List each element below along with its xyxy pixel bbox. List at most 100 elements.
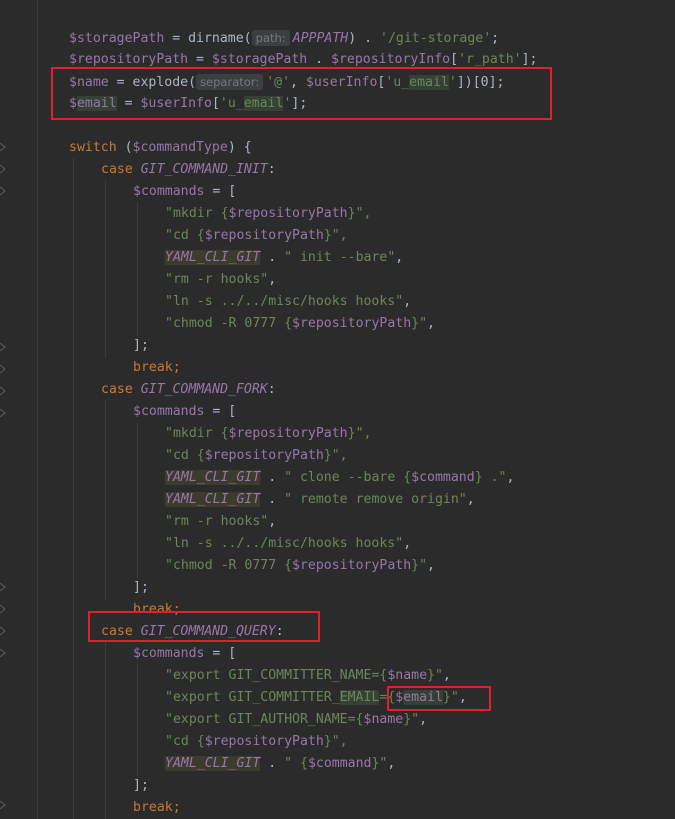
code-token: : <box>267 382 276 397</box>
fold-marker-icon[interactable] <box>0 800 6 810</box>
code-token: }" <box>403 712 420 727</box>
code-token: $repositoryPath <box>292 316 412 331</box>
code-token: $command <box>411 470 475 485</box>
code-line[interactable]: "chmod -R 0777 {$repositoryPath}", <box>165 555 435 577</box>
code-token: , <box>427 558 435 573</box>
code-line[interactable]: "cd {$repositoryPath}", <box>165 225 348 247</box>
code-token: $commands <box>133 646 205 661</box>
code-token: ]; <box>133 778 149 793</box>
code-token: '/git-storage' <box>380 31 492 46</box>
code-line[interactable]: "rm -r hooks", <box>165 511 276 533</box>
code-line[interactable]: "chmod -R 0777 {$repositoryPath}", <box>165 313 435 335</box>
code-token: . <box>260 250 285 265</box>
code-line[interactable]: $storagePath = dirname(path: APPPATH) . '… <box>69 27 499 49</box>
code-token: $repositoryInfo <box>331 52 451 67</box>
code-token: YAML_CLI_GIT <box>165 250 261 265</box>
fold-marker-icon[interactable] <box>0 626 6 636</box>
code-token: }" <box>411 316 428 331</box>
code-line[interactable]: "ln -s ../../misc/hooks hooks", <box>165 533 411 555</box>
code-line[interactable]: $commands = [ <box>133 181 236 203</box>
code-token: = <box>188 52 212 67</box>
code-token: }" <box>371 756 388 771</box>
code-line[interactable]: "export GIT_COMMITTER_NAME={$name}", <box>165 665 451 687</box>
code-token: , <box>395 250 404 265</box>
code-token: "ln -s ../../misc/hooks hooks" <box>165 294 404 309</box>
code-token: "chmod -R 0777 { <box>165 316 293 331</box>
fold-marker-icon[interactable] <box>0 408 6 418</box>
code-token: "chmod -R 0777 { <box>165 558 293 573</box>
parameter-hint: path: <box>251 30 290 46</box>
code-token: switch <box>69 140 117 155</box>
indent-guide <box>137 664 138 776</box>
code-line[interactable]: ]; <box>133 577 149 599</box>
code-token: break; <box>133 800 181 815</box>
code-token: $storagePath <box>69 31 165 46</box>
code-line[interactable]: YAML_CLI_GIT . " {$command}", <box>165 753 395 775</box>
code-line[interactable]: ]; <box>133 775 149 797</box>
code-token: $command <box>307 756 372 771</box>
code-token: $repositoryPath <box>204 734 324 749</box>
code-line[interactable]: break; <box>133 357 181 379</box>
code-token: " remote remove origin" <box>284 492 467 507</box>
code-token: "export GIT_COMMITTER_NAME={ <box>165 668 388 683</box>
indent-guide <box>73 158 74 819</box>
fold-marker-icon[interactable] <box>0 364 6 374</box>
code-token: ) . <box>348 31 381 46</box>
code-line[interactable]: "cd {$repositoryPath}", <box>165 731 348 753</box>
code-line[interactable]: "cd {$repositoryPath}", <box>165 445 348 467</box>
code-token: YAML_CLI_GIT <box>165 756 261 771</box>
fold-marker-icon[interactable] <box>0 604 6 614</box>
code-token: . <box>260 470 285 485</box>
code-line[interactable]: "ln -s ../../misc/hooks hooks", <box>165 291 411 313</box>
highlight-box-email-var <box>387 686 491 711</box>
code-line[interactable]: $commands = [ <box>133 643 236 665</box>
code-line[interactable]: "rm -r hooks", <box>165 269 276 291</box>
code-token: "rm -r hooks" <box>165 514 269 529</box>
code-token: . <box>307 52 332 67</box>
code-token: = [ <box>204 184 237 199</box>
code-token: } ." <box>474 470 507 485</box>
fold-marker-icon[interactable] <box>0 142 6 152</box>
code-token: "cd { <box>165 228 205 243</box>
indent-guide <box>137 422 138 578</box>
code-token: , <box>506 470 515 485</box>
code-line[interactable]: "mkdir {$repositoryPath}", <box>165 423 371 445</box>
code-line[interactable]: ]; <box>133 335 149 357</box>
code-token: , <box>403 536 412 551</box>
code-token: , <box>442 668 451 683</box>
code-line[interactable]: $commands = [ <box>133 401 236 423</box>
indent-guide <box>105 180 106 358</box>
code-line[interactable]: YAML_CLI_GIT . " clone --bare {$command}… <box>165 467 514 489</box>
code-line[interactable]: case GIT_COMMAND_INIT: <box>101 159 276 181</box>
fold-marker-icon[interactable] <box>0 386 6 396</box>
fold-marker-icon[interactable] <box>0 582 6 592</box>
code-token: $repositoryPath <box>292 558 412 573</box>
fold-marker-icon[interactable] <box>0 186 6 196</box>
code-token: $commands <box>133 184 205 199</box>
code-token: = [ <box>204 646 237 661</box>
fold-marker-icon[interactable] <box>0 648 6 658</box>
fold-marker-icon[interactable] <box>0 342 6 352</box>
code-token: ]; <box>133 338 149 353</box>
indent-guide <box>137 202 138 336</box>
code-token: , <box>466 492 475 507</box>
code-line[interactable]: YAML_CLI_GIT . " init --bare", <box>165 247 403 269</box>
code-token: $repositoryPath <box>69 52 189 67</box>
fold-marker-icon[interactable] <box>0 164 6 174</box>
code-token: GIT_COMMAND_FORK <box>140 382 268 397</box>
code-line[interactable]: YAML_CLI_GIT . " remote remove origin", <box>165 489 475 511</box>
code-line[interactable]: "mkdir {$repositoryPath}", <box>165 203 371 225</box>
code-token: }", <box>347 206 372 221</box>
code-token: break; <box>133 360 181 375</box>
code-token: case <box>101 162 141 177</box>
code-token: , <box>403 294 412 309</box>
code-token: $repositoryPath <box>228 426 348 441</box>
code-token: }", <box>323 734 348 749</box>
code-line[interactable]: "export GIT_AUTHOR_NAME={$name}", <box>165 709 427 731</box>
code-line[interactable]: case GIT_COMMAND_FORK: <box>101 379 276 401</box>
code-token: dirname( <box>188 31 252 46</box>
code-line[interactable]: break; <box>133 797 181 819</box>
code-token: " { <box>284 756 308 771</box>
code-line[interactable]: switch ($commandType) { <box>69 137 252 159</box>
code-token: "rm -r hooks" <box>165 272 269 287</box>
